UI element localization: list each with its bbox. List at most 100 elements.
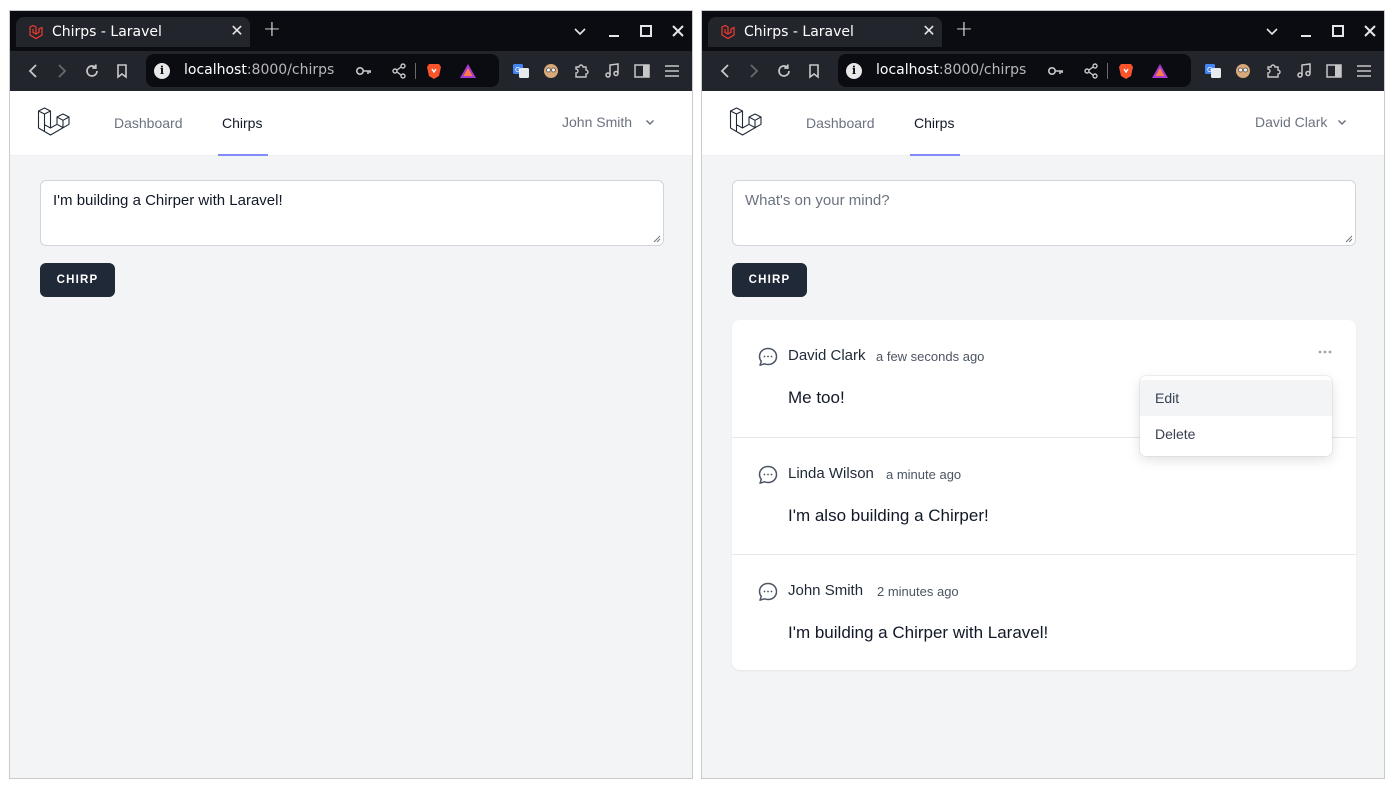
- brave-shields-icon[interactable]: [1116, 61, 1136, 81]
- nav-chirps-link[interactable]: Chirps: [222, 115, 262, 131]
- chirp-message-textarea[interactable]: What's on your mind?: [732, 180, 1356, 246]
- back-icon[interactable]: [23, 61, 43, 81]
- user-menu-name[interactable]: John Smith: [562, 114, 632, 130]
- chirp-author: John Smith: [788, 582, 864, 599]
- hamburger-menu-icon[interactable]: [1354, 61, 1374, 81]
- media-music-icon[interactable]: [1294, 61, 1314, 81]
- divider: [415, 63, 416, 79]
- brave-rewards-icon[interactable]: [1150, 61, 1170, 81]
- bookmark-icon[interactable]: [112, 61, 132, 81]
- maximize-icon[interactable]: [636, 21, 656, 41]
- reload-icon[interactable]: [774, 61, 794, 81]
- new-tab-icon[interactable]: +: [954, 19, 974, 43]
- browser-window-right: Chirps - Laravel ✕ + i localhost:8000/ch…: [701, 10, 1385, 779]
- translate-extension-icon[interactable]: G: [1203, 61, 1223, 81]
- active-nav-underline: [218, 154, 268, 156]
- extension-face-icon[interactable]: [1233, 61, 1253, 81]
- laravel-favicon-icon: [721, 24, 735, 40]
- nav-dashboard-link[interactable]: Dashboard: [806, 115, 875, 131]
- site-info-icon[interactable]: i: [846, 63, 862, 79]
- textarea-value: I'm building a Chirper with Laravel!: [53, 192, 283, 209]
- edit-menu-item[interactable]: Edit: [1140, 380, 1332, 416]
- browser-tab[interactable]: Chirps - Laravel ✕: [16, 17, 250, 47]
- key-icon[interactable]: [354, 61, 374, 81]
- tab-title: Chirps - Laravel: [744, 24, 854, 40]
- extensions-puzzle-icon[interactable]: [1263, 61, 1283, 81]
- tab-strip: Chirps - Laravel ✕ +: [702, 11, 1384, 51]
- chevron-down-icon[interactable]: [1337, 117, 1347, 127]
- media-music-icon[interactable]: [602, 61, 622, 81]
- browser-toolbar: i localhost:8000/chirps G: [702, 51, 1384, 91]
- chat-bubble-icon: [758, 465, 778, 484]
- more-options-icon[interactable]: [1315, 346, 1335, 358]
- key-icon[interactable]: [1046, 61, 1066, 81]
- chirp-timestamp: a minute ago: [886, 467, 962, 482]
- sidebar-toggle-icon[interactable]: [1324, 61, 1344, 81]
- maximize-icon[interactable]: [1328, 21, 1348, 41]
- new-tab-icon[interactable]: +: [262, 19, 282, 43]
- laravel-logo-icon[interactable]: [729, 106, 763, 140]
- chirp-timestamp: a few seconds ago: [876, 349, 985, 364]
- resize-grip-icon[interactable]: [653, 235, 661, 243]
- chirp-submit-button[interactable]: CHIRP: [40, 263, 115, 297]
- browser-tab[interactable]: Chirps - Laravel ✕: [708, 17, 942, 47]
- browser-window-left: Chirps - Laravel ✕ + i localhost:8000/ch…: [9, 10, 693, 779]
- site-info-icon[interactable]: i: [154, 63, 170, 79]
- forward-icon[interactable]: [744, 61, 764, 81]
- browser-toolbar: i localhost:8000/chirps G: [10, 51, 692, 91]
- svg-text:G: G: [515, 66, 520, 74]
- chirp-message: I'm building a Chirper with Laravel!: [788, 623, 1049, 642]
- chat-bubble-icon: [758, 347, 778, 366]
- close-window-icon[interactable]: [668, 21, 688, 41]
- tab-title: Chirps - Laravel: [52, 24, 162, 40]
- extensions-puzzle-icon[interactable]: [571, 61, 591, 81]
- minimize-icon[interactable]: [1296, 21, 1316, 41]
- laravel-favicon-icon: [29, 24, 43, 40]
- chirp-timestamp: 2 minutes ago: [877, 584, 959, 599]
- hamburger-menu-icon[interactable]: [662, 61, 682, 81]
- translate-extension-icon[interactable]: G: [511, 61, 531, 81]
- chirp-submit-button[interactable]: CHIRP: [732, 263, 807, 297]
- chirp-message-textarea[interactable]: I'm building a Chirper with Laravel!: [40, 180, 664, 246]
- back-icon[interactable]: [715, 61, 735, 81]
- user-menu-name[interactable]: David Clark: [1255, 114, 1327, 130]
- divider: [1107, 63, 1108, 79]
- tab-strip: Chirps - Laravel ✕ +: [10, 11, 692, 51]
- chirp-author: David Clark: [788, 347, 866, 364]
- address-bar[interactable]: i localhost:8000/chirps: [838, 54, 1191, 87]
- tab-close-icon[interactable]: ✕: [920, 21, 938, 41]
- nav-dashboard-link[interactable]: Dashboard: [114, 115, 183, 131]
- close-window-icon[interactable]: [1360, 21, 1380, 41]
- nav-chirps-link[interactable]: Chirps: [914, 115, 954, 131]
- app-navigation: Dashboard Chirps John Smith: [10, 91, 692, 156]
- textarea-placeholder: What's on your mind?: [745, 192, 890, 209]
- url-text: localhost:8000/chirps: [184, 62, 335, 78]
- chirp-actions-dropdown: Edit Delete: [1140, 376, 1332, 456]
- reload-icon[interactable]: [82, 61, 102, 81]
- address-bar[interactable]: i localhost:8000/chirps: [146, 54, 499, 87]
- extension-face-icon[interactable]: [541, 61, 561, 81]
- chirp-item: John Smith 2 minutes ago I'm building a …: [732, 554, 1356, 671]
- chirp-message: Me too!: [788, 388, 845, 407]
- sidebar-toggle-icon[interactable]: [632, 61, 652, 81]
- resize-grip-icon[interactable]: [1345, 235, 1353, 243]
- delete-menu-item[interactable]: Delete: [1140, 416, 1332, 452]
- brave-rewards-icon[interactable]: [458, 61, 478, 81]
- chirp-message: I'm also building a Chirper!: [788, 506, 989, 525]
- tab-close-icon[interactable]: ✕: [228, 21, 246, 41]
- chat-bubble-icon: [758, 582, 778, 601]
- chevron-down-icon[interactable]: [645, 117, 655, 127]
- tab-list-chevron-icon[interactable]: [1262, 21, 1282, 41]
- minimize-icon[interactable]: [604, 21, 624, 41]
- active-nav-underline: [910, 154, 960, 156]
- share-icon[interactable]: [389, 61, 409, 81]
- share-icon[interactable]: [1081, 61, 1101, 81]
- svg-text:G: G: [1207, 66, 1212, 74]
- tab-list-chevron-icon[interactable]: [570, 21, 590, 41]
- app-navigation: Dashboard Chirps David Clark: [702, 91, 1384, 156]
- forward-icon[interactable]: [52, 61, 72, 81]
- brave-shields-icon[interactable]: [424, 61, 444, 81]
- laravel-logo-icon[interactable]: [37, 106, 71, 140]
- chirp-list: David Clark a few seconds ago Me too! Li…: [732, 320, 1356, 670]
- bookmark-icon[interactable]: [804, 61, 824, 81]
